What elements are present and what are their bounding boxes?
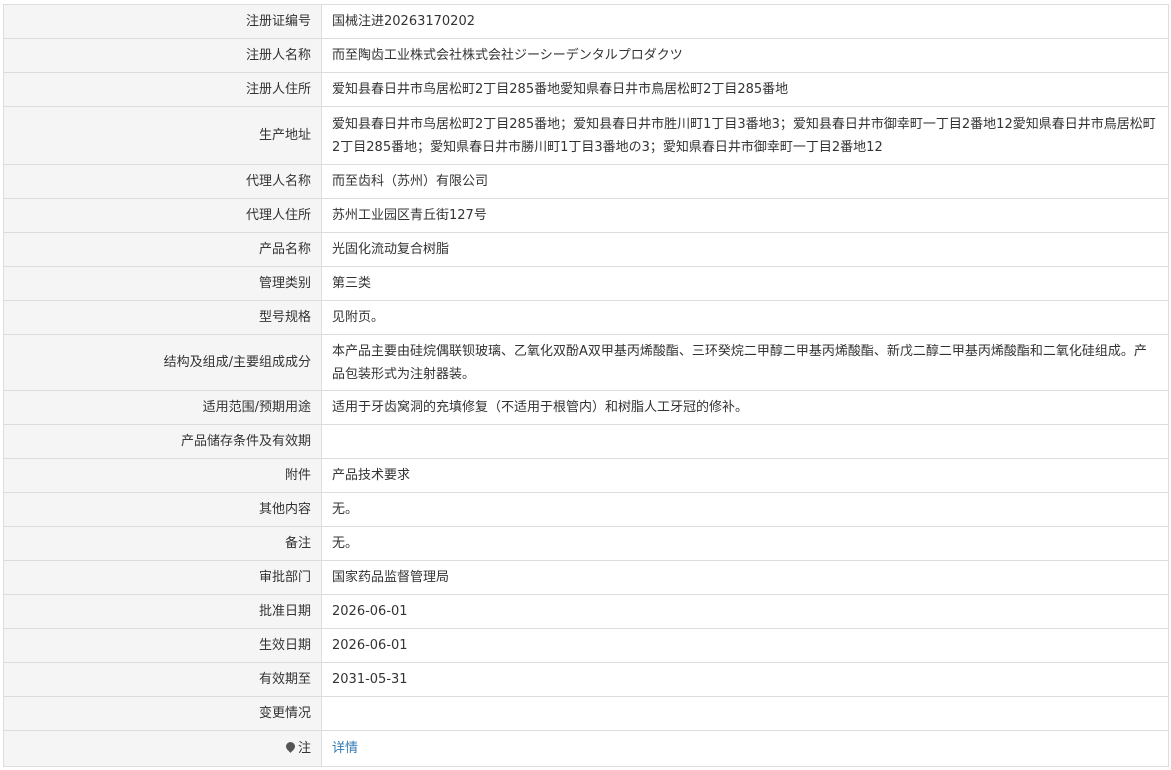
field-value-registrant-name: 而至陶齿工业株式会社株式会社ジーシーデンタルプロダクツ [321, 38, 1169, 73]
field-value-composition: 本产品主要由硅烷偶联钡玻璃、乙氧化双酚A双甲基丙烯酸酯、三环癸烷二甲醇二甲基丙烯… [321, 334, 1169, 391]
field-value-model-spec: 见附页。 [321, 300, 1169, 335]
field-label-management-category: 管理类别 [3, 266, 322, 301]
field-label-effective-date: 生效日期 [3, 628, 322, 663]
field-label-other-content: 其他内容 [3, 492, 322, 527]
table-row: 产品储存条件及有效期 [3, 424, 1169, 459]
table-row: 注册人名称 而至陶齿工业株式会社株式会社ジーシーデンタルプロダクツ [3, 38, 1169, 73]
table-row: 结构及组成/主要组成成分 本产品主要由硅烷偶联钡玻璃、乙氧化双酚A双甲基丙烯酸酯… [3, 334, 1169, 391]
table-row: 其他内容 无。 [3, 492, 1169, 527]
field-value-storage-validity [321, 424, 1169, 459]
table-row: 型号规格 见附页。 [3, 300, 1169, 335]
field-value-other-content: 无。 [321, 492, 1169, 527]
field-label-product-name: 产品名称 [3, 232, 322, 267]
table-row: 产品名称 光固化流动复合树脂 [3, 232, 1169, 267]
field-value-agent-name: 而至齿科（苏州）有限公司 [321, 164, 1169, 199]
table-row: 生效日期 2026-06-01 [3, 628, 1169, 663]
field-label-model-spec: 型号规格 [3, 300, 322, 335]
table-row: 变更情况 [3, 696, 1169, 731]
table-row: 附件 产品技术要求 [3, 458, 1169, 493]
field-label-registrant-address: 注册人住所 [3, 72, 322, 107]
field-label-valid-until: 有效期至 [3, 662, 322, 697]
field-value-management-category: 第三类 [321, 266, 1169, 301]
field-label-agent-name: 代理人名称 [3, 164, 322, 199]
table-row: 注册人住所 爱知县春日井市鸟居松町2丁目285番地愛知県春日井市鳥居松町2丁目2… [3, 72, 1169, 107]
table-row: 批准日期 2026-06-01 [3, 594, 1169, 629]
field-value-production-address: 爱知县春日井市鸟居松町2丁目285番地；爱知县春日井市胜川町1丁目3番地3；爱知… [321, 106, 1169, 165]
field-value-intended-use: 适用于牙齿窝洞的充填修复（不适用于根管内）和树脂人工牙冠的修补。 [321, 390, 1169, 425]
table-row: 生产地址 爱知县春日井市鸟居松町2丁目285番地；爱知县春日井市胜川町1丁目3番… [3, 106, 1169, 165]
field-value-product-name: 光固化流动复合树脂 [321, 232, 1169, 267]
field-value-registrant-address: 爱知县春日井市鸟居松町2丁目285番地愛知県春日井市鳥居松町2丁目285番地 [321, 72, 1169, 107]
registration-detail-table: 注册证编号 国械注进20263170202 注册人名称 而至陶齿工业株式会社株式… [3, 4, 1169, 767]
field-value-effective-date: 2026-06-01 [321, 628, 1169, 663]
pin-icon [284, 740, 297, 753]
details-link[interactable]: 详情 [332, 741, 358, 756]
field-label-registrant-name: 注册人名称 [3, 38, 322, 73]
field-value-remarks: 无。 [321, 526, 1169, 561]
field-value-change-history [321, 696, 1169, 731]
table-row: 注 详情 [3, 730, 1169, 767]
field-label-approval-department: 审批部门 [3, 560, 322, 595]
field-label-agent-address: 代理人住所 [3, 198, 322, 233]
field-label-change-history: 变更情况 [3, 696, 322, 731]
field-label-production-address: 生产地址 [3, 106, 322, 165]
table-row: 管理类别 第三类 [3, 266, 1169, 301]
table-row: 审批部门 国家药品监督管理局 [3, 560, 1169, 595]
field-value-approval-department: 国家药品监督管理局 [321, 560, 1169, 595]
note-label: 注 [297, 741, 311, 756]
field-label-attachment: 附件 [3, 458, 322, 493]
field-value-valid-until: 2031-05-31 [321, 662, 1169, 697]
table-row: 注册证编号 国械注进20263170202 [3, 4, 1169, 39]
field-value-registration-number: 国械注进20263170202 [321, 4, 1169, 39]
table-row: 有效期至 2031-05-31 [3, 662, 1169, 697]
table-row: 适用范围/预期用途 适用于牙齿窝洞的充填修复（不适用于根管内）和树脂人工牙冠的修… [3, 390, 1169, 425]
table-row: 代理人名称 而至齿科（苏州）有限公司 [3, 164, 1169, 199]
field-label-storage-validity: 产品储存条件及有效期 [3, 424, 322, 459]
field-label-remarks: 备注 [3, 526, 322, 561]
field-value-note: 详情 [321, 730, 1169, 767]
field-label-composition: 结构及组成/主要组成成分 [3, 334, 322, 391]
table-row: 备注 无。 [3, 526, 1169, 561]
table-row: 代理人住所 苏州工业园区青丘街127号 [3, 198, 1169, 233]
field-value-agent-address: 苏州工业园区青丘街127号 [321, 198, 1169, 233]
field-label-intended-use: 适用范围/预期用途 [3, 390, 322, 425]
field-label-note: 注 [3, 730, 322, 767]
field-value-approval-date: 2026-06-01 [321, 594, 1169, 629]
field-label-registration-number: 注册证编号 [3, 4, 322, 39]
field-value-attachment: 产品技术要求 [321, 458, 1169, 493]
field-label-approval-date: 批准日期 [3, 594, 322, 629]
